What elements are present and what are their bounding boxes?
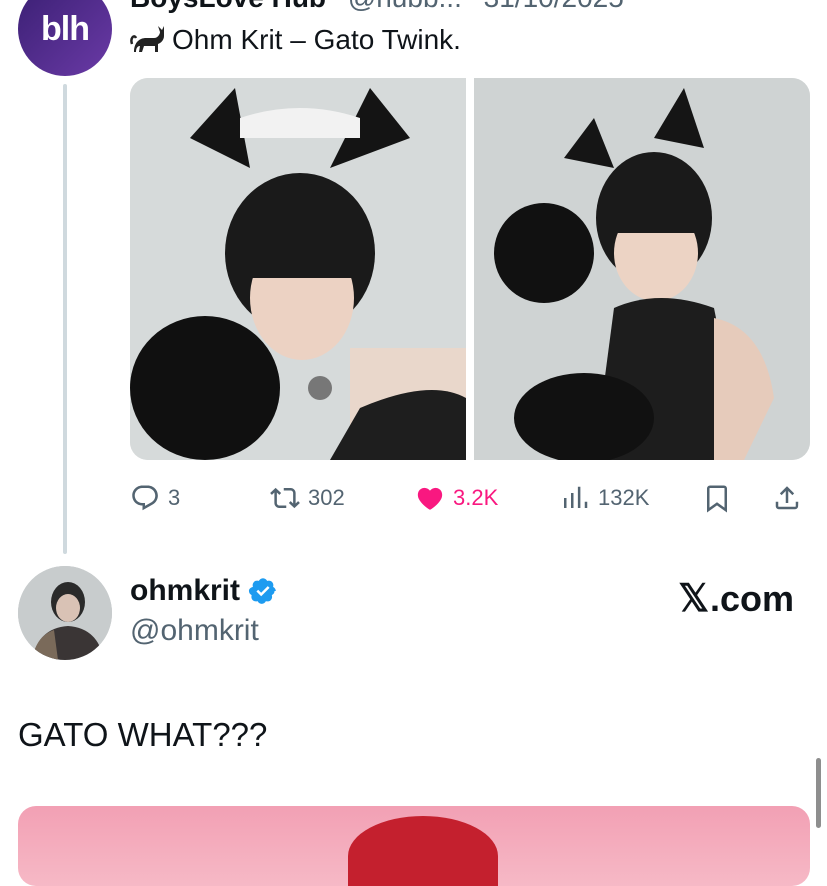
author-name[interactable]: BoysLove Hub (130, 0, 326, 13)
thread-connector-line (63, 84, 67, 554)
like-button[interactable]: 3.2K (415, 478, 498, 518)
avatar-logo-text: blh (41, 9, 90, 48)
verified-badge-icon (248, 576, 278, 606)
photo-left[interactable] (130, 78, 466, 460)
reply-media-preview[interactable] (18, 806, 810, 886)
repost-icon (270, 487, 300, 509)
scrollbar[interactable] (816, 758, 821, 828)
author-avatar[interactable]: blh (18, 0, 112, 76)
tweet-media-grid (130, 78, 810, 460)
x-com-watermark: 𝕏 .com (678, 576, 794, 621)
view-count: 132K (598, 485, 650, 510)
repost-count: 302 (308, 485, 345, 510)
x-logo-icon: 𝕏 (678, 578, 709, 620)
site-domain: .com (709, 577, 794, 619)
tweet-body: Ohm Krit – Gato Twink. (172, 24, 461, 55)
share-button[interactable] (772, 478, 802, 518)
bookmark-icon (707, 485, 727, 513)
views-button[interactable]: 132K (560, 478, 649, 518)
repost-button[interactable]: 302 (270, 478, 345, 518)
like-count: 3.2K (453, 485, 499, 510)
reply-author-name-row: ohmkrit (130, 574, 278, 608)
media-preview-shape (348, 816, 498, 886)
bookmark-button[interactable] (702, 478, 732, 518)
reply-author-name[interactable]: ohmkrit (130, 574, 240, 608)
reply-button[interactable]: 3 (130, 478, 180, 518)
reply-author-avatar[interactable] (18, 566, 112, 660)
tweet-date[interactable]: 31/10/2025 (484, 0, 624, 13)
black-cat-emoji-icon (130, 24, 166, 56)
author-handle[interactable]: @hubb... (348, 0, 462, 13)
reply-tweet-text: GATO WHAT??? (18, 716, 268, 753)
analytics-icon (564, 486, 588, 508)
reply-author-handle[interactable]: @ohmkrit (130, 614, 259, 648)
tweet-action-bar: 3 302 3.2K 132K (130, 478, 810, 518)
reply-count: 3 (168, 485, 181, 510)
tweet-header: BoysLove Hub @hubb... 31/10/2025 (130, 0, 624, 14)
photo-right[interactable] (474, 78, 810, 460)
tweet-text: Ohm Krit – Gato Twink. (130, 24, 461, 56)
reply-icon (132, 485, 158, 511)
share-icon (775, 486, 799, 510)
heart-filled-icon (417, 487, 443, 510)
